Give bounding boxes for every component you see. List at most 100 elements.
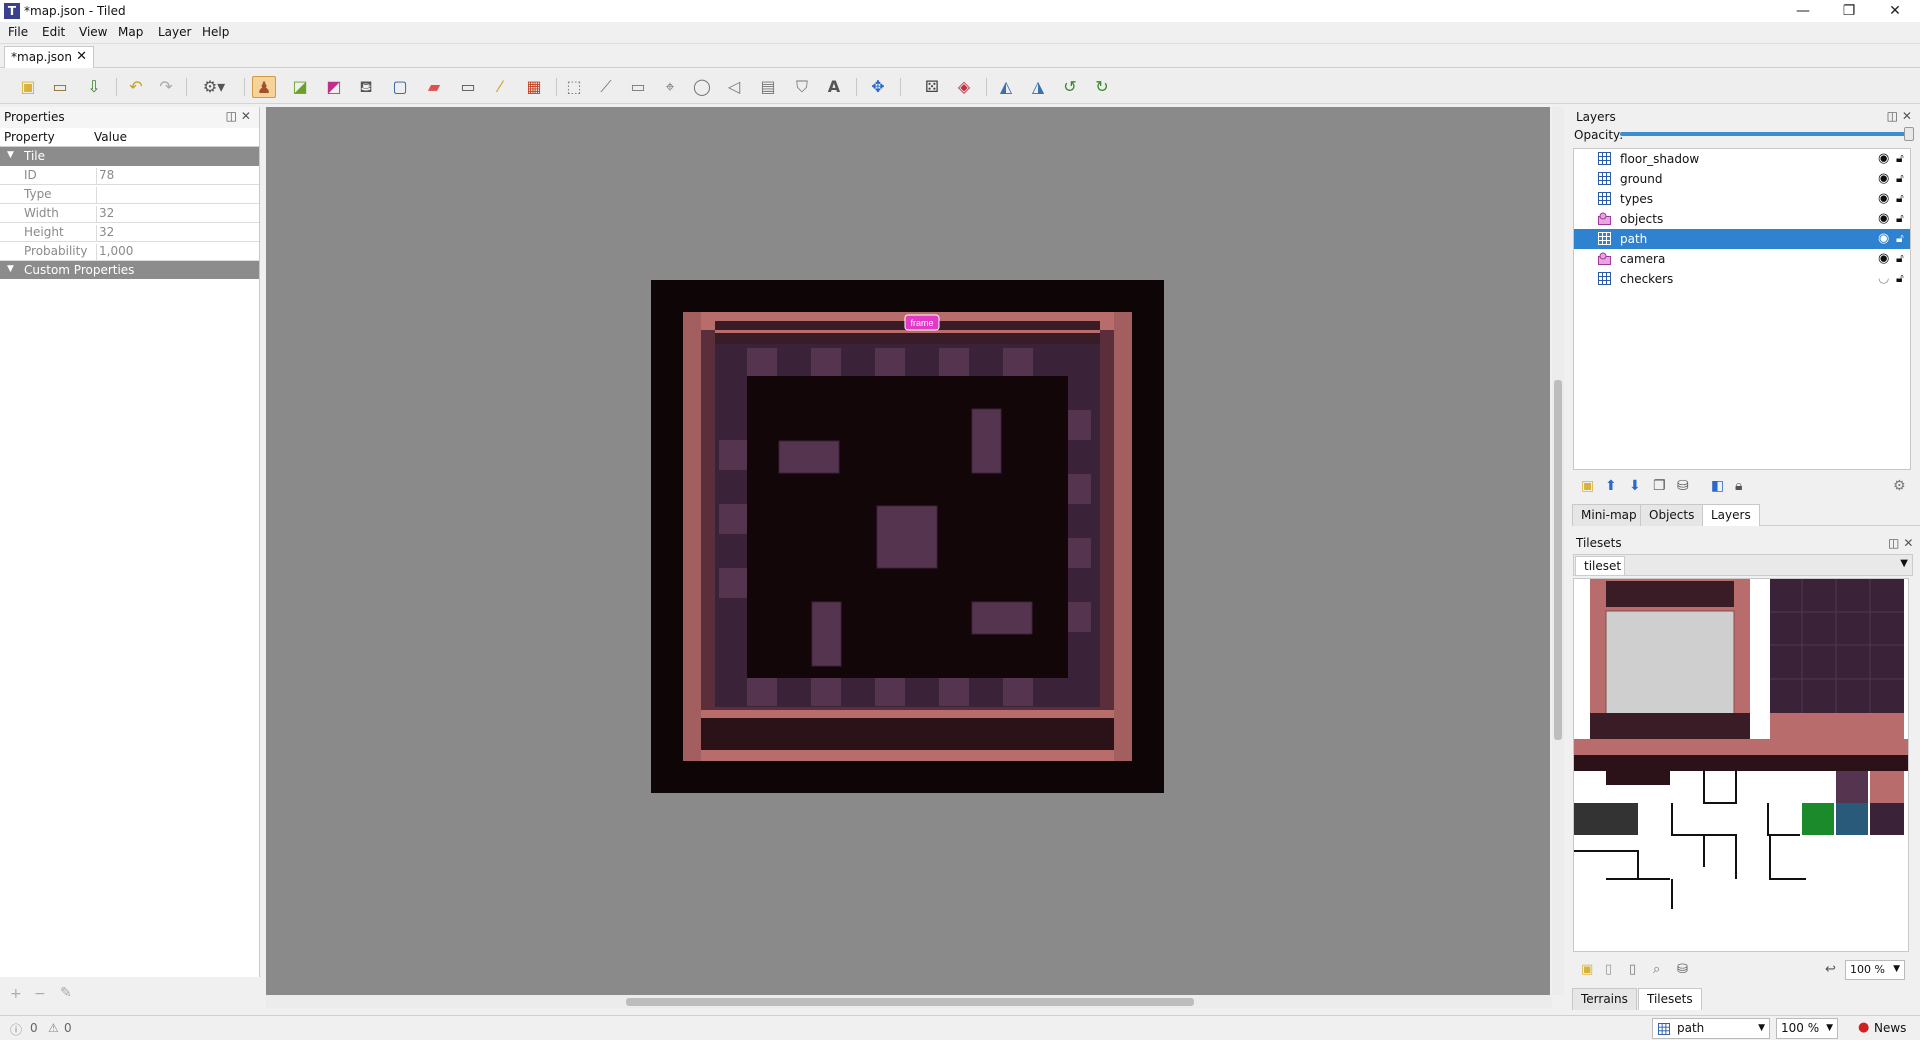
property-row-width[interactable]: Width 32 <box>0 204 259 224</box>
insert-template-icon[interactable]: ⛉ <box>790 76 814 98</box>
property-row-probability[interactable]: Probability 1,000 <box>0 242 259 262</box>
lock-layer-icon[interactable]: 🔒︎ <box>1735 478 1742 494</box>
insert-polygon-icon[interactable]: ◁ <box>722 76 746 98</box>
select-same-tile-icon[interactable]: ▦ <box>522 76 546 98</box>
redo-icon[interactable]: ↷ <box>154 76 178 98</box>
vertical-scroll-thumb[interactable] <box>1554 380 1562 740</box>
minimize-button[interactable]: — <box>1780 0 1826 22</box>
new-layer-icon[interactable]: ▣ <box>1581 478 1594 494</box>
tab-layers[interactable]: Layers <box>1702 504 1760 526</box>
embed-tileset-icon[interactable]: ▯ <box>1605 962 1612 977</box>
chevron-down-icon[interactable]: ▼ <box>1900 558 1908 569</box>
layer-row-floor-shadow[interactable]: floor_shadow ◉ 🔓︎ <box>1574 149 1910 169</box>
tileset-view[interactable] <box>1573 578 1909 952</box>
dynamic-wrap-icon[interactable]: ↩ <box>1825 962 1836 977</box>
unlock-icon[interactable]: 🔓︎ <box>1896 171 1904 186</box>
opacity-slider-handle[interactable] <box>1904 127 1914 141</box>
layer-row-types[interactable]: types ◉ 🔓︎ <box>1574 189 1910 209</box>
lower-layer-icon[interactable]: ⬇ <box>1629 478 1641 494</box>
bucket-fill-icon[interactable]: ⛾ <box>354 76 378 98</box>
random-mode-icon[interactable]: ⚄ <box>920 76 944 98</box>
insert-text-icon[interactable]: A <box>822 76 846 98</box>
open-icon[interactable]: ▭ <box>48 76 72 98</box>
save-icon[interactable]: ⇩ <box>82 76 106 98</box>
eraser-icon[interactable]: ▰ <box>422 76 446 98</box>
tile-group-header[interactable]: ▼ Tile <box>0 147 259 166</box>
close-tab-icon[interactable]: ✕ <box>76 49 87 64</box>
collapse-arrow-icon[interactable]: ▼ <box>7 264 14 274</box>
dock-float-close-icons[interactable]: ◫✕ <box>1887 109 1916 123</box>
tab-terrains[interactable]: Terrains <box>1572 988 1637 1010</box>
new-tileset-icon[interactable]: ▣ <box>1581 962 1593 977</box>
layer-row-camera[interactable]: camera ◉ 🔓︎ <box>1574 249 1910 269</box>
insert-point-icon[interactable]: ⌖ <box>658 76 682 98</box>
maximize-button[interactable]: ❐ <box>1826 0 1872 22</box>
visibility-eye-icon[interactable]: ◉ <box>1878 151 1889 166</box>
collapse-arrow-icon[interactable]: ▼ <box>7 150 14 160</box>
terrain-brush-icon[interactable]: ◪ <box>288 76 312 98</box>
property-value[interactable] <box>96 187 99 205</box>
insert-ellipse-icon[interactable]: ◯ <box>690 76 714 98</box>
menu-view[interactable]: View <box>79 25 107 39</box>
wang-fill-mode-icon[interactable]: ◈ <box>952 76 976 98</box>
menu-map[interactable]: Map <box>118 25 143 39</box>
duplicate-layer-icon[interactable]: ❐ <box>1653 478 1666 494</box>
delete-layer-icon[interactable]: ⛁ <box>1677 478 1689 494</box>
new-map-icon[interactable]: ▣ <box>16 76 40 98</box>
property-row-height[interactable]: Height 32 <box>0 223 259 243</box>
raise-layer-icon[interactable]: ⬆ <box>1605 478 1617 494</box>
layer-row-objects[interactable]: objects ◉ 🔓︎ <box>1574 209 1910 229</box>
property-value[interactable]: 1,000 <box>96 244 133 262</box>
layer-row-path[interactable]: path ◉ 🔓︎ <box>1574 229 1910 249</box>
dock-float-close-icons[interactable]: ◫✕ <box>1888 536 1917 550</box>
tileset-tab[interactable]: tileset <box>1575 556 1625 576</box>
property-row-type[interactable]: Type <box>0 185 259 205</box>
insert-rectangle-icon[interactable]: ▭ <box>626 76 650 98</box>
rotate-right-icon[interactable]: ↻ <box>1090 76 1114 98</box>
remove-property-icon[interactable]: − <box>34 986 46 1002</box>
unlock-icon[interactable]: 🔓︎ <box>1896 191 1904 206</box>
menu-help[interactable]: Help <box>202 25 229 39</box>
map-zoom-select[interactable]: 100 % ▼ <box>1776 1018 1838 1039</box>
horizontal-scroll-thumb[interactable] <box>626 998 1194 1006</box>
visibility-eye-icon[interactable]: ◉ <box>1878 231 1889 246</box>
flip-vertical-icon[interactable]: ◮ <box>1026 76 1050 98</box>
opacity-slider[interactable] <box>1620 132 1908 136</box>
menu-layer[interactable]: Layer <box>158 25 191 39</box>
command-icon[interactable]: ⚙▾ <box>196 76 232 98</box>
visibility-eye-icon[interactable]: ◉ <box>1878 191 1889 206</box>
dock-float-close-icons[interactable]: ◫✕ <box>226 109 255 123</box>
close-button[interactable]: ✕ <box>1872 0 1918 22</box>
show-hide-others-icon[interactable]: ◧ <box>1711 478 1724 494</box>
insert-tile-icon[interactable]: ▤ <box>756 76 780 98</box>
tab-mini-map[interactable]: Mini-map <box>1572 504 1646 526</box>
news-link[interactable]: News <box>1874 1021 1906 1035</box>
rotate-left-icon[interactable]: ↺ <box>1058 76 1082 98</box>
select-objects-icon[interactable]: ⬚ <box>562 76 586 98</box>
unlock-icon[interactable]: 🔓︎ <box>1896 231 1904 246</box>
shape-fill-icon[interactable]: ▢ <box>388 76 412 98</box>
menu-file[interactable]: File <box>8 25 28 39</box>
unlock-icon[interactable]: 🔓︎ <box>1896 211 1904 226</box>
unlock-icon[interactable]: 🔓︎ <box>1896 251 1904 266</box>
current-layer-select[interactable]: path ▼ <box>1652 1018 1770 1039</box>
tab-objects[interactable]: Objects <box>1640 504 1704 526</box>
menu-edit[interactable]: Edit <box>42 25 65 39</box>
hidden-eye-icon[interactable]: ◡ <box>1878 271 1889 286</box>
unlock-icon[interactable]: 🔓︎ <box>1896 271 1904 286</box>
visibility-eye-icon[interactable]: ◉ <box>1878 251 1889 266</box>
layer-row-ground[interactable]: ground ◉ 🔓︎ <box>1574 169 1910 189</box>
frame-object-label[interactable]: frame <box>910 318 933 328</box>
edit-tileset-icon[interactable]: ⌕ <box>1653 962 1660 977</box>
custom-properties-group-header[interactable]: ▼ Custom Properties <box>0 261 259 280</box>
tile-map-canvas[interactable]: frame <box>651 280 1164 793</box>
stamp-brush-icon[interactable]: ♟ <box>252 76 276 98</box>
export-tileset-icon[interactable]: ▯ <box>1629 962 1636 977</box>
visibility-eye-icon[interactable]: ◉ <box>1878 211 1889 226</box>
news-alert-icon[interactable]: ● <box>1858 1020 1869 1035</box>
move-icon[interactable]: ✥ <box>866 76 890 98</box>
visibility-eye-icon[interactable]: ◉ <box>1878 171 1889 186</box>
add-property-icon[interactable]: + <box>10 986 22 1002</box>
tileset-zoom-select[interactable]: 100 % ▼ <box>1845 960 1905 980</box>
layer-row-checkers[interactable]: checkers ◡ 🔓︎ <box>1574 269 1910 289</box>
